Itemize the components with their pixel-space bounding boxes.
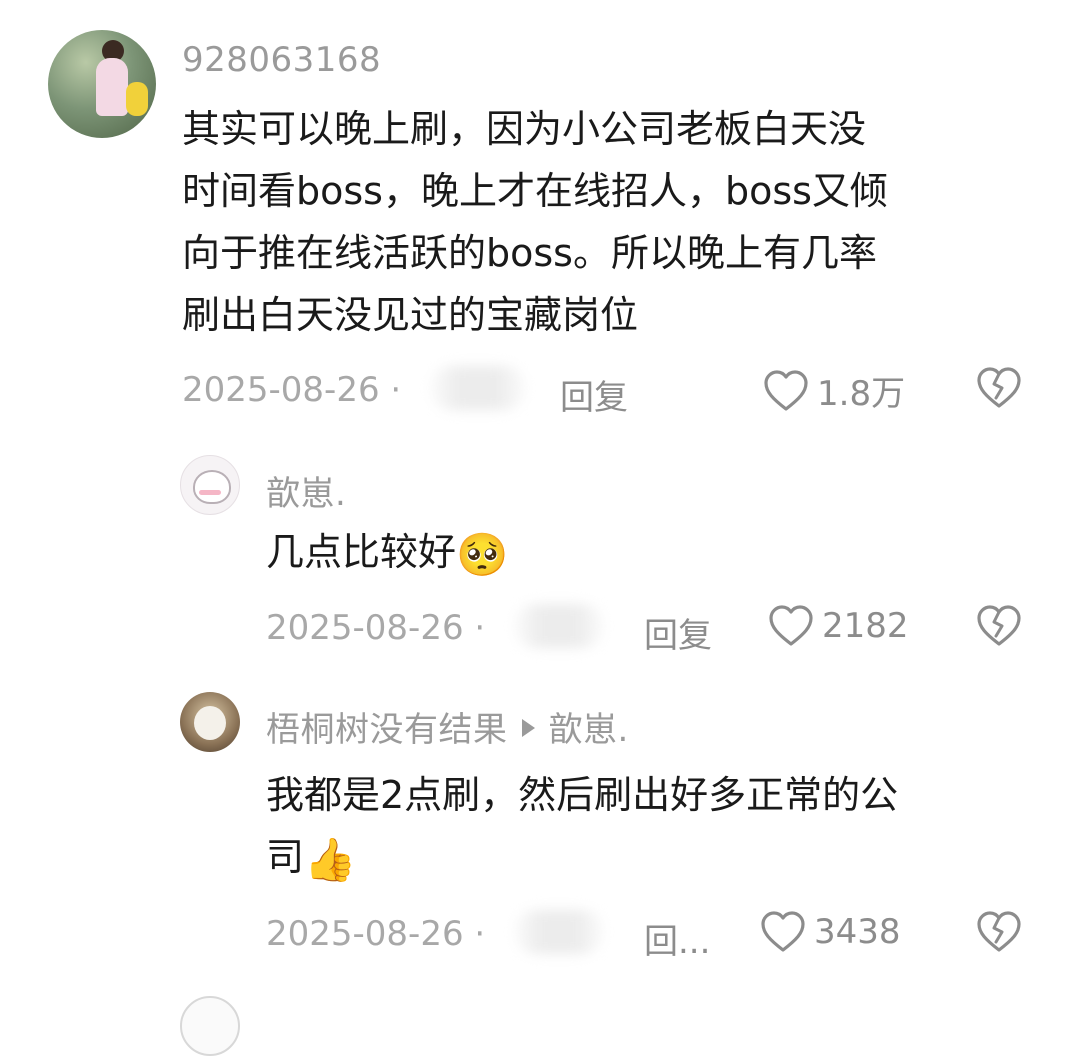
username[interactable]: 歆崽.	[266, 466, 346, 515]
blurred-location	[514, 910, 604, 954]
reply-header: 梧桐树没有结果 歆崽.	[266, 702, 629, 751]
heart-outline-icon	[764, 369, 808, 411]
like-count: 2182	[822, 606, 909, 646]
comment-text: 其实可以晚上刷，因为小公司老板白天没 时间看boss，晚上才在线招人，boss又…	[182, 107, 888, 337]
avatar[interactable]	[180, 455, 240, 515]
broken-heart-icon	[977, 911, 1021, 952]
like-count: 3438	[814, 912, 901, 952]
avatar[interactable]	[48, 30, 156, 138]
blurred-location	[514, 604, 604, 648]
reply-button[interactable]: 回复	[560, 370, 628, 419]
comment-text-body: 我都是2点刷，然后刷出好多正常的公 司	[266, 773, 899, 879]
comment-date: 2025-08-26 ·	[266, 914, 486, 954]
username[interactable]: 梧桐树没有结果	[266, 710, 508, 750]
reply-to-username[interactable]: 歆崽.	[549, 710, 629, 750]
broken-heart-icon	[977, 367, 1021, 408]
thumbs-up-emoji: 👍	[304, 835, 357, 884]
heart-outline-icon	[761, 911, 805, 952]
like-button[interactable]: 1.8万	[763, 366, 905, 415]
like-count: 1.8万	[817, 374, 906, 414]
avatar[interactable]	[180, 692, 240, 752]
reply-arrow-icon	[521, 719, 535, 737]
dislike-button[interactable]	[976, 604, 1022, 652]
comment-date: 2025-08-26 ·	[266, 608, 486, 648]
dislike-button[interactable]	[976, 366, 1022, 414]
heart-outline-icon	[769, 605, 813, 646]
avatar-next-comment[interactable]	[180, 996, 240, 1056]
comment-date: 2025-08-26 ·	[182, 370, 402, 410]
pleading-face-emoji: 🥺	[456, 530, 509, 579]
dislike-button[interactable]	[976, 910, 1022, 958]
reply-button[interactable]: 回复	[644, 608, 712, 657]
broken-heart-icon	[977, 605, 1021, 646]
like-button[interactable]: 3438	[760, 910, 901, 954]
like-button[interactable]: 2182	[768, 604, 909, 648]
comment-text-body: 几点比较好	[266, 530, 457, 574]
blurred-location	[430, 366, 526, 410]
comment-text: 我都是2点刷，然后刷出好多正常的公 司👍	[266, 764, 1046, 888]
username[interactable]: 928063168	[182, 40, 381, 80]
comment-text: 几点比较好🥺	[266, 521, 1046, 583]
reply-button[interactable]: 回...	[644, 914, 710, 963]
